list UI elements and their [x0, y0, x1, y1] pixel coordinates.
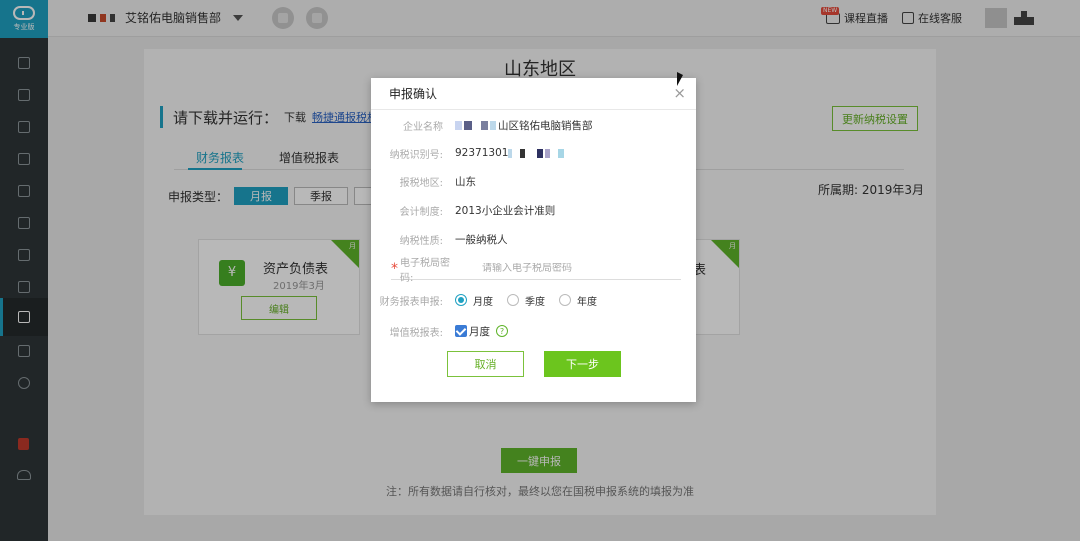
radio-checked-icon	[455, 294, 467, 306]
redaction-mask	[455, 120, 462, 130]
radio-yearly[interactable]: 年度	[559, 293, 597, 308]
tax-id-value: 92371301	[455, 147, 566, 159]
taxpayer-label: 纳税性质:	[399, 235, 443, 247]
radio-monthly[interactable]: 月度	[455, 293, 493, 308]
radio-unchecked-icon	[559, 294, 571, 306]
taxpayer-value: 一般纳税人	[455, 233, 508, 246]
company-label: 企业名称	[403, 121, 443, 133]
accounting-value: 2013小企业会计准则	[455, 204, 556, 217]
radio-quarterly[interactable]: 季度	[507, 293, 545, 308]
radio-unchecked-icon	[507, 294, 519, 306]
cancel-button[interactable]: 取消	[447, 351, 524, 377]
vat-label: 增值税报表:	[389, 327, 443, 339]
vat-period-row: 增值税报表: 月度 ?	[371, 321, 696, 341]
mouse-cursor-icon	[677, 72, 683, 86]
redaction-mask	[464, 120, 472, 130]
dialog-title: 申报确认	[389, 87, 438, 101]
company-value: 山区铭佑电脑销售部	[455, 118, 593, 133]
vat-monthly-label: 月度	[469, 325, 490, 338]
accounting-row: 会计制度: 2013小企业会计准则	[371, 200, 696, 220]
required-asterisk: *	[391, 260, 398, 277]
region-row: 报税地区: 山东	[371, 171, 696, 191]
vat-monthly-checkbox[interactable]	[455, 325, 467, 337]
close-icon[interactable]: ×	[673, 84, 686, 102]
redaction-mask	[508, 148, 513, 158]
next-step-button[interactable]: 下一步	[544, 351, 621, 377]
help-icon[interactable]: ?	[496, 325, 508, 337]
tax-id-label: 纳税识别号:	[389, 149, 443, 161]
company-value-text: 山区铭佑电脑销售部	[498, 119, 593, 132]
dialog-header: 申报确认 ×	[371, 78, 696, 110]
radio-monthly-label: 月度	[473, 296, 493, 308]
financial-period-row: 财务报表申报: 月度 季度 年度	[371, 290, 696, 310]
vat-checkbox-group: 月度 ?	[455, 324, 508, 339]
region-value: 山东	[455, 175, 476, 188]
financial-radio-group: 月度 季度 年度	[455, 293, 611, 308]
declaration-confirm-dialog: 申报确认 × 企业名称 山区铭佑电脑销售部 纳税识别号: 92371301 报税…	[371, 78, 696, 402]
tax-id-row: 纳税识别号: 92371301	[371, 143, 696, 163]
redaction-mask	[490, 120, 496, 130]
redaction-mask	[520, 148, 526, 158]
company-row: 企业名称 山区铭佑电脑销售部	[371, 115, 696, 135]
region-label: 报税地区:	[399, 177, 443, 189]
password-label: 电子税局密码:	[400, 257, 450, 284]
redaction-mask	[537, 148, 544, 158]
redaction-mask	[474, 120, 479, 130]
tax-bureau-password-input[interactable]	[482, 263, 672, 274]
redaction-mask	[545, 148, 551, 158]
accounting-label: 会计制度:	[399, 206, 443, 218]
radio-yearly-label: 年度	[577, 296, 597, 308]
redaction-mask	[481, 120, 488, 130]
taxpayer-row: 纳税性质: 一般纳税人	[371, 229, 696, 249]
radio-quarterly-label: 季度	[525, 296, 545, 308]
redaction-mask	[558, 148, 565, 158]
tax-id-value-text: 92371301	[455, 147, 509, 159]
password-row: * 电子税局密码:	[391, 258, 681, 284]
financial-label: 财务报表申报:	[379, 296, 443, 308]
